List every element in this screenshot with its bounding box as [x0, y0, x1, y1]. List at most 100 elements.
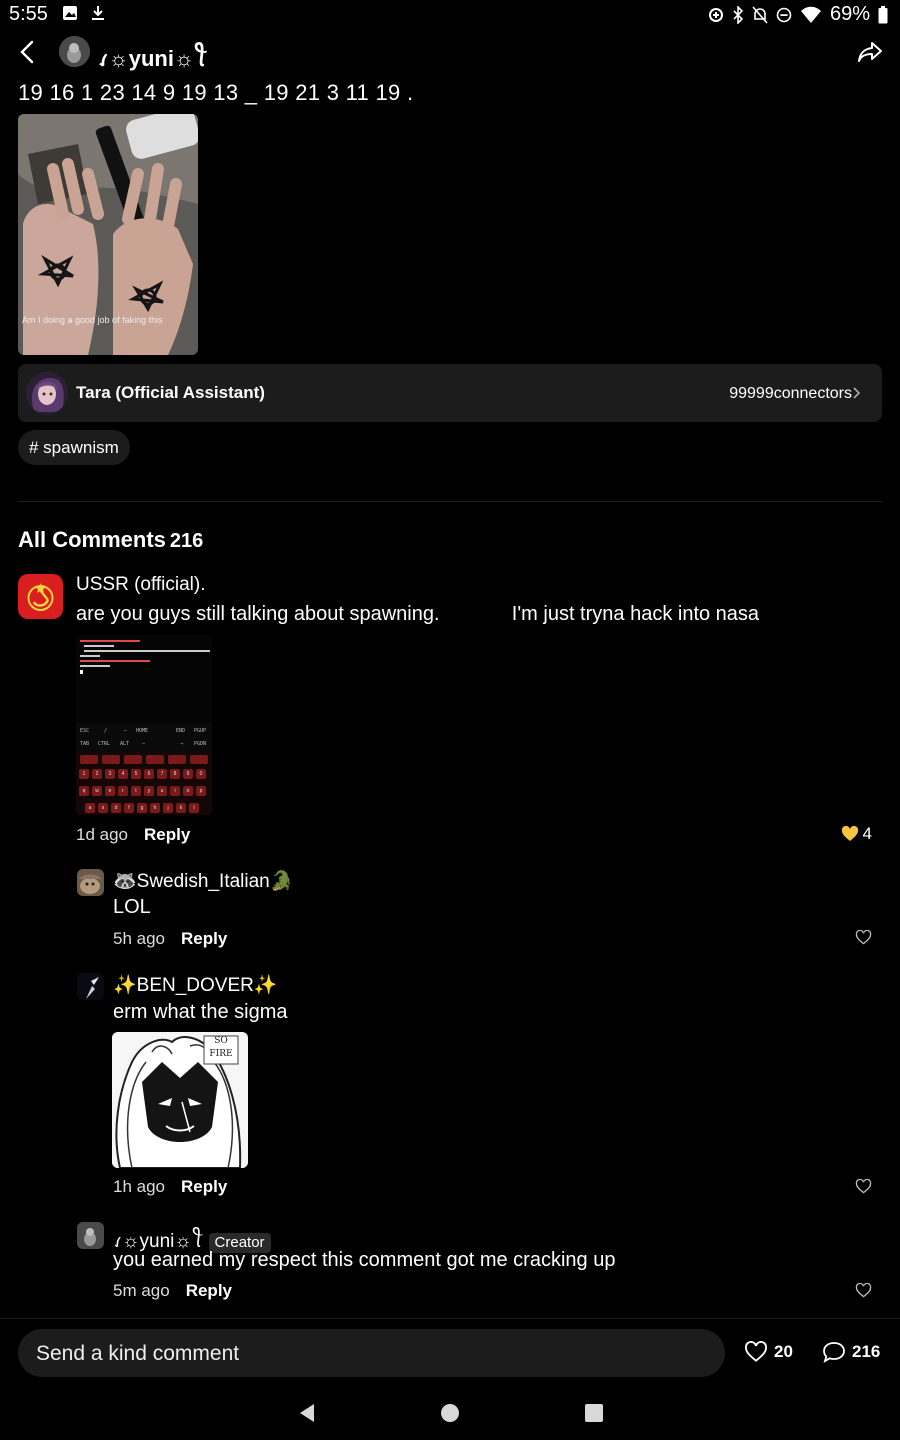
download-icon: [92, 6, 104, 20]
comment-text: you earned my respect this comment got m…: [113, 1249, 616, 1271]
reply-button[interactable]: Reply: [181, 929, 227, 948]
assistant-card[interactable]: Tara (Official Assistant) 99999connector…: [18, 364, 882, 422]
commenter-name[interactable]: ✨BEN_DOVER✨: [113, 973, 278, 997]
share-icon[interactable]: [856, 38, 884, 66]
terminal-key: 2: [92, 769, 102, 779]
terminal-key: y: [144, 786, 154, 796]
comment-image-manga[interactable]: SO FIRE: [112, 1032, 248, 1168]
comment-input[interactable]: Send a kind comment: [18, 1329, 725, 1377]
heart-outline-icon: [745, 1341, 767, 1362]
comment-like[interactable]: [855, 930, 872, 945]
status-bar: 5:55 69%: [0, 0, 900, 30]
svg-text:END: END: [176, 728, 185, 734]
terminal-key: t: [131, 786, 141, 796]
svg-text:HOME: HOME: [136, 728, 148, 734]
hashtag-chip[interactable]: # spawnism: [18, 430, 130, 465]
comments-header: All Comments 216: [18, 527, 203, 553]
terminal-key: 6: [144, 769, 154, 779]
post-comments-button[interactable]: 216: [822, 1341, 880, 1363]
terminal-key: 9: [183, 769, 193, 779]
battery-icon: [878, 5, 888, 23]
author-name[interactable]: ꪹ☼yuni☼ꪻ: [98, 38, 207, 84]
comment-input-placeholder: Send a kind comment: [36, 1342, 240, 1365]
commenter-name[interactable]: USSR (official).: [76, 574, 206, 596]
comment-text: erm what the sigma: [113, 1001, 288, 1023]
terminal-key: j: [163, 803, 173, 813]
comment-meta: 5h ago Reply: [113, 929, 227, 949]
terminal-key: e: [105, 786, 115, 796]
chevron-right-icon: [853, 387, 861, 399]
comment-image-terminal[interactable]: ESC / – HOME END PGUP TAB CTRL ALT – → PGDN 1 2 3 …: [76, 635, 212, 815]
terminal-key: q: [79, 786, 89, 796]
terminal-key: 7: [157, 769, 167, 779]
nav-home-icon[interactable]: [441, 1404, 459, 1422]
comment-like[interactable]: [855, 1283, 872, 1298]
author-avatar[interactable]: [59, 36, 90, 67]
post-header: ꪹ☼yuni☼ꪻ: [0, 34, 900, 71]
terminal-key: s: [98, 803, 108, 813]
assistant-connectors: 99999connectors: [729, 385, 852, 402]
image-icon: [63, 6, 77, 20]
terminal-key-row: a s d f g h j k l: [85, 803, 211, 815]
terminal-key: 0: [196, 769, 206, 779]
commenter-avatar[interactable]: [18, 574, 63, 619]
reply-button[interactable]: Reply: [144, 825, 190, 844]
like-count: 4: [862, 824, 872, 843]
post-like-button[interactable]: 20: [744, 1341, 793, 1363]
do-not-disturb-icon: [776, 7, 792, 22]
comment-bubble-icon: [823, 1342, 845, 1363]
comment-text: LOL: [113, 896, 151, 918]
comment-time: 5h ago: [113, 929, 165, 948]
reply-button[interactable]: Reply: [186, 1281, 232, 1300]
comment-like[interactable]: [855, 1179, 872, 1194]
svg-text:ESC: ESC: [80, 728, 89, 734]
comment-like[interactable]: 4: [841, 824, 872, 844]
nav-recents-icon[interactable]: [585, 1404, 603, 1422]
terminal-key: f: [124, 803, 134, 813]
svg-text:CTRL: CTRL: [98, 741, 110, 747]
terminal-key: h: [150, 803, 160, 813]
terminal-key: w: [92, 786, 102, 796]
terminal-key: 3: [105, 769, 115, 779]
reply-button[interactable]: Reply: [181, 1177, 227, 1196]
comments-count: 216: [169, 530, 204, 552]
terminal-key: l: [189, 803, 199, 813]
system-nav-bar: [0, 1388, 900, 1440]
post-comment-count: 216: [852, 1342, 881, 1361]
data-saver-icon: [708, 7, 723, 22]
heart-outline-icon: [855, 1179, 872, 1194]
terminal-key-row: q w e r t y u i o p: [79, 786, 211, 798]
wifi-icon: [800, 6, 821, 23]
assistant-name: Tara (Official Assistant): [76, 383, 265, 402]
terminal-key: 1: [79, 769, 89, 779]
comment-time: 1h ago: [113, 1177, 165, 1196]
nav-back-icon[interactable]: [296, 1402, 318, 1424]
commenter-avatar[interactable]: [77, 973, 104, 1000]
assistant-avatar: [26, 372, 68, 414]
post-like-count: 20: [774, 1342, 793, 1361]
status-time: 5:55: [9, 3, 48, 25]
manga-speech-text: SO FIRE: [209, 1036, 233, 1059]
divider: [18, 501, 882, 502]
heart-outline-icon: [855, 930, 872, 945]
post-image[interactable]: Am I doing a good job of faking this: [18, 114, 198, 355]
commenter-avatar[interactable]: [77, 1222, 104, 1249]
notifications-off-icon: [752, 5, 768, 24]
svg-text:PGUP: PGUP: [194, 728, 206, 734]
svg-text:ALT: ALT: [120, 741, 129, 747]
terminal-key: u: [157, 786, 167, 796]
back-arrow-icon[interactable]: [14, 37, 42, 67]
commenter-avatar[interactable]: [77, 869, 104, 896]
terminal-key: i: [170, 786, 180, 796]
comment-bar: Send a kind comment 20 216: [0, 1318, 900, 1388]
terminal-key-row: 1 2 3 4 5 6 7 8 9 0: [79, 769, 211, 781]
heart-outline-icon: [855, 1283, 872, 1298]
terminal-key: 4: [118, 769, 128, 779]
terminal-key: 8: [170, 769, 180, 779]
image-caption: Am I doing a good job of faking this: [22, 315, 163, 325]
terminal-key: g: [137, 803, 147, 813]
terminal-key: k: [176, 803, 186, 813]
commenter-name[interactable]: 🦝Swedish_Italian🐊: [113, 869, 293, 893]
comment-meta: 1h ago Reply: [113, 1177, 227, 1197]
svg-text:→: →: [180, 741, 183, 747]
